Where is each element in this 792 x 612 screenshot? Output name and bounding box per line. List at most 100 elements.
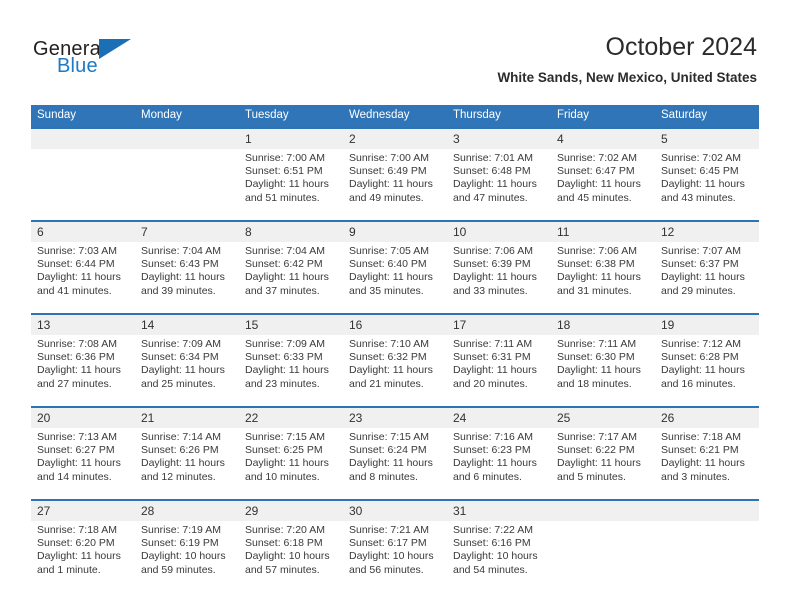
day-detail-cell: Sunrise: 7:16 AM Sunset: 6:23 PM Daylight:… [447,428,551,500]
daylight-text: Daylight: 11 hours and 25 minutes. [141,364,225,390]
sunset-text: Sunset: 6:21 PM [661,444,739,457]
day-number-cell[interactable]: 3 [447,127,551,149]
day-number-cell[interactable]: 27 [31,499,135,521]
day-detail-cell: Sunrise: 7:18 AM Sunset: 6:21 PM Daylight:… [655,428,759,500]
sunset-text: Sunset: 6:44 PM [37,258,115,271]
day-number-cell[interactable]: 16 [343,313,447,335]
sunset-text: Sunset: 6:25 PM [245,444,323,457]
day-number-cell[interactable]: 9 [343,220,447,242]
empty-day-cell [135,127,239,149]
day-number-cell[interactable]: 22 [239,406,343,428]
sunrise-text: Sunrise: 7:04 AM [245,245,325,257]
day-number-cell[interactable]: 30 [343,499,447,521]
sunrise-text: Sunrise: 7:13 AM [37,431,117,443]
sunset-text: Sunset: 6:45 PM [661,165,739,178]
day-detail-cell: Sunrise: 7:20 AM Sunset: 6:18 PM Daylight:… [239,521,343,592]
daylight-text: Daylight: 11 hours and 1 minute. [37,550,121,576]
sunrise-text: Sunrise: 7:11 AM [557,338,637,350]
daylight-text: Daylight: 11 hours and 37 minutes. [245,271,329,297]
weekday-header-row: Sunday Monday Tuesday Wednesday Thursday… [31,105,759,128]
daylight-text: Daylight: 11 hours and 21 minutes. [349,364,433,390]
daylight-text: Daylight: 10 hours and 57 minutes. [245,550,330,576]
daylight-text: Daylight: 11 hours and 20 minutes. [453,364,537,390]
day-number-cell[interactable]: 2 [343,127,447,149]
general-blue-logo[interactable]: General Blue [33,38,148,80]
daylight-text: Daylight: 11 hours and 45 minutes. [557,178,641,204]
day-number-cell[interactable]: 20 [31,406,135,428]
day-number-cell[interactable]: 12 [655,220,759,242]
sunset-text: Sunset: 6:48 PM [453,165,531,178]
day-detail-cell: Sunrise: 7:18 AM Sunset: 6:20 PM Daylight:… [31,521,135,592]
daylight-text: Daylight: 10 hours and 56 minutes. [349,550,434,576]
daylight-text: Daylight: 11 hours and 5 minutes. [557,457,641,483]
week-detail-row: Sunrise: 7:18 AM Sunset: 6:20 PM Daylight:… [31,521,759,592]
day-number-cell[interactable]: 28 [135,499,239,521]
sunset-text: Sunset: 6:51 PM [245,165,323,178]
day-detail-cell: Sunrise: 7:06 AM Sunset: 6:39 PM Daylight:… [447,242,551,314]
day-detail-cell: Sunrise: 7:05 AM Sunset: 6:40 PM Daylight:… [343,242,447,314]
sunset-text: Sunset: 6:42 PM [245,258,323,271]
sunset-text: Sunset: 6:18 PM [245,537,323,550]
sunset-text: Sunset: 6:28 PM [661,351,739,364]
calendar-body: 1 2 3 4 5 Sunrise: 7:00 AM Sunset: 6:51 PM Dayl… [31,127,759,592]
sunset-text: Sunset: 6:17 PM [349,537,427,550]
page-title: October 2024 [605,33,758,61]
daylight-text: Daylight: 11 hours and 43 minutes. [661,178,745,204]
sunrise-text: Sunrise: 7:20 AM [245,524,325,536]
day-number-cell[interactable]: 10 [447,220,551,242]
day-number-cell[interactable]: 4 [551,127,655,149]
sunrise-text: Sunrise: 7:03 AM [37,245,117,257]
day-number-cell[interactable]: 1 [239,127,343,149]
day-number-cell[interactable]: 7 [135,220,239,242]
day-number-cell[interactable]: 19 [655,313,759,335]
sunset-text: Sunset: 6:31 PM [453,351,531,364]
day-detail-cell: Sunrise: 7:08 AM Sunset: 6:36 PM Daylight:… [31,335,135,407]
daylight-text: Daylight: 10 hours and 54 minutes. [453,550,538,576]
day-number-cell[interactable]: 23 [343,406,447,428]
day-detail-cell: Sunrise: 7:13 AM Sunset: 6:27 PM Daylight:… [31,428,135,500]
day-detail-cell: Sunrise: 7:09 AM Sunset: 6:33 PM Daylight:… [239,335,343,407]
sunset-text: Sunset: 6:36 PM [37,351,115,364]
day-number-cell[interactable]: 18 [551,313,655,335]
day-number-cell[interactable]: 15 [239,313,343,335]
sunrise-text: Sunrise: 7:08 AM [37,338,117,350]
daylight-text: Daylight: 11 hours and 10 minutes. [245,457,329,483]
logo-text-blue: Blue [57,55,98,77]
day-number-cell[interactable]: 6 [31,220,135,242]
day-number-cell[interactable]: 17 [447,313,551,335]
day-detail-cell: Sunrise: 7:12 AM Sunset: 6:28 PM Daylight:… [655,335,759,407]
daylight-text: Daylight: 11 hours and 18 minutes. [557,364,641,390]
sunrise-text: Sunrise: 7:18 AM [37,524,117,536]
day-detail-cell: Sunrise: 7:11 AM Sunset: 6:31 PM Daylight:… [447,335,551,407]
day-number-cell[interactable]: 14 [135,313,239,335]
sunrise-text: Sunrise: 7:12 AM [661,338,741,350]
day-number-cell[interactable]: 26 [655,406,759,428]
day-number-cell[interactable]: 29 [239,499,343,521]
sunset-text: Sunset: 6:22 PM [557,444,635,457]
empty-detail-cell [31,149,135,221]
weekday-header-friday: Friday [551,105,655,128]
day-number-cell[interactable]: 5 [655,127,759,149]
day-detail-cell: Sunrise: 7:07 AM Sunset: 6:37 PM Daylight:… [655,242,759,314]
day-number-cell[interactable]: 31 [447,499,551,521]
sunrise-text: Sunrise: 7:04 AM [141,245,221,257]
day-number-cell[interactable]: 21 [135,406,239,428]
day-detail-cell: Sunrise: 7:06 AM Sunset: 6:38 PM Daylight:… [551,242,655,314]
week-detail-row: Sunrise: 7:00 AM Sunset: 6:51 PM Daylight:… [31,149,759,221]
day-number-cell[interactable]: 11 [551,220,655,242]
day-number-cell[interactable]: 8 [239,220,343,242]
day-number-cell[interactable]: 25 [551,406,655,428]
day-number-cell[interactable]: 24 [447,406,551,428]
empty-day-cell [31,127,135,149]
sunset-text: Sunset: 6:34 PM [141,351,219,364]
daylight-text: Daylight: 11 hours and 39 minutes. [141,271,225,297]
calendar-page: General Blue October 2024 White Sands, N… [0,0,792,612]
sunrise-sunset-calendar: Sunday Monday Tuesday Wednesday Thursday… [31,105,759,592]
weekday-header-thursday: Thursday [447,105,551,128]
empty-detail-cell [551,521,655,592]
sunset-text: Sunset: 6:47 PM [557,165,635,178]
sunrise-text: Sunrise: 7:19 AM [141,524,221,536]
day-number-cell[interactable]: 13 [31,313,135,335]
sunrise-text: Sunrise: 7:18 AM [661,431,741,443]
week-detail-row: Sunrise: 7:08 AM Sunset: 6:36 PM Daylight:… [31,335,759,407]
